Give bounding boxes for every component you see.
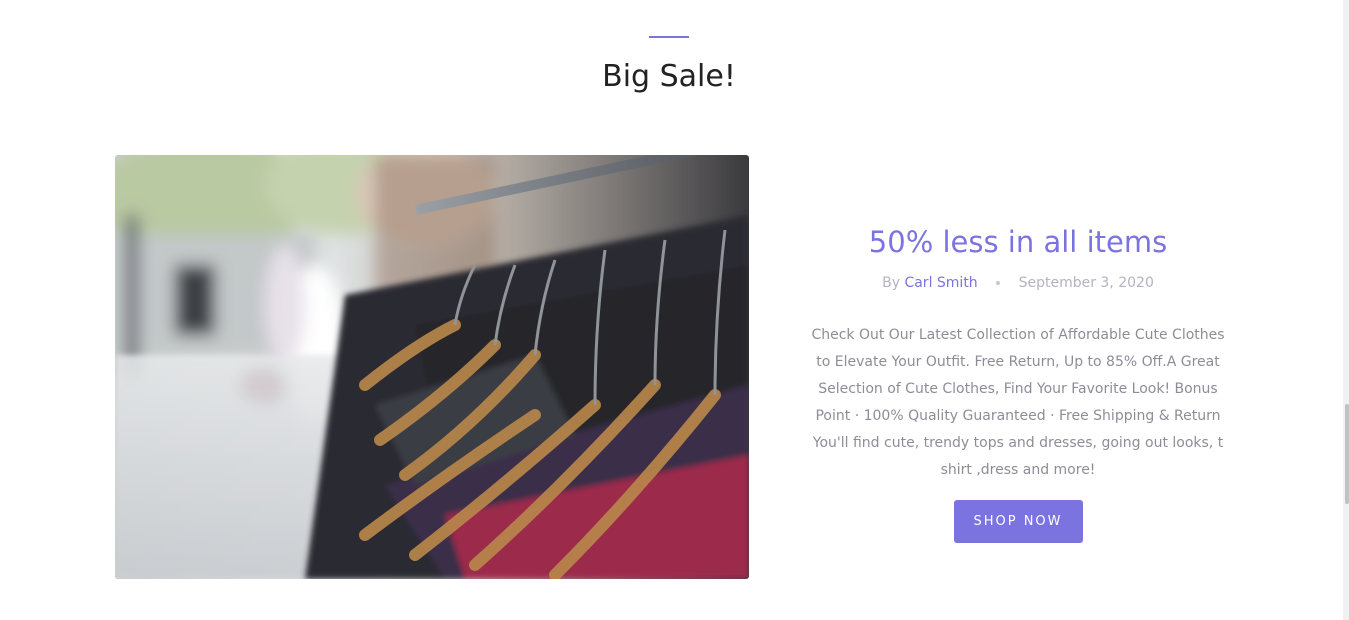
meta-separator: [996, 281, 1001, 285]
author-link[interactable]: Carl Smith: [904, 275, 977, 291]
by-label: By: [882, 275, 900, 291]
post-excerpt: Check Out Our Latest Collection of Affor…: [811, 327, 1225, 478]
hero-image: [115, 155, 749, 579]
scrollbar-thumb[interactable]: [1345, 404, 1349, 504]
section-divider: [649, 36, 689, 38]
post-title[interactable]: 50% less in all items: [808, 222, 1228, 262]
post-meta: By Carl Smith September 3, 2020: [808, 273, 1228, 293]
page: Big Sale! 50% less in all items By Carl …: [0, 0, 1349, 620]
scrollbar[interactable]: [1343, 0, 1349, 620]
post-content: 50% less in all items By Carl Smith Sept…: [808, 222, 1228, 543]
section-title: Big Sale!: [602, 59, 736, 94]
post-date: September 3, 2020: [1018, 275, 1154, 291]
shop-now-button[interactable]: SHOP NOW: [953, 500, 1083, 543]
